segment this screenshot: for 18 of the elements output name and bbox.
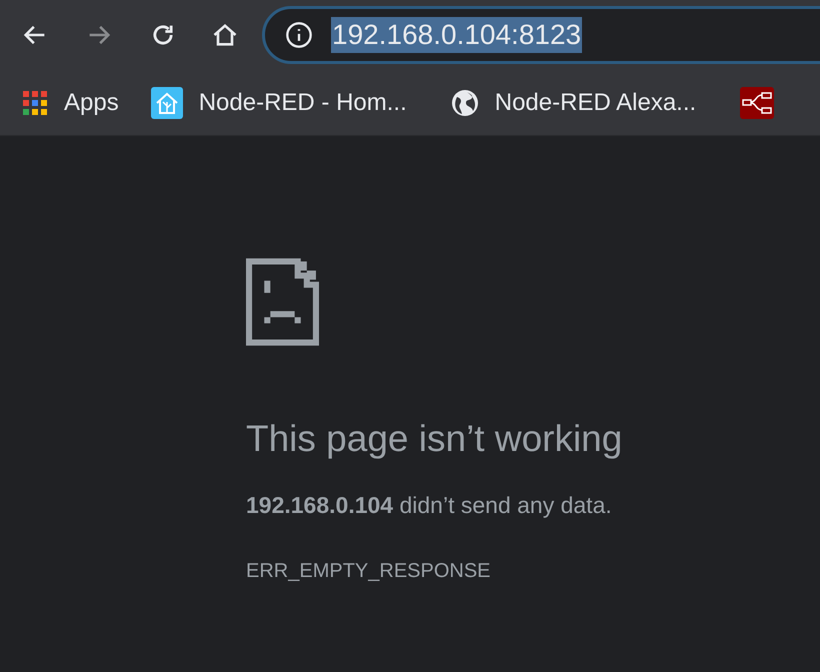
address-bar[interactable]: 192.168.0.104:8123 bbox=[262, 6, 820, 64]
info-icon bbox=[285, 21, 313, 49]
bookmark[interactable] bbox=[740, 86, 774, 118]
error-detail: 192.168.0.104 didn’t send any data. bbox=[246, 491, 612, 520]
bookmark[interactable]: Node-RED - Hom... bbox=[150, 84, 407, 120]
apps-grid-icon bbox=[22, 90, 48, 116]
globe-icon bbox=[450, 88, 479, 116]
bookmark[interactable]: Apps bbox=[22, 84, 119, 120]
bookmark-label: Apps bbox=[64, 88, 119, 118]
sad-page-icon bbox=[246, 258, 319, 346]
house-icon bbox=[150, 86, 183, 118]
error-code: ERR_EMPTY_RESPONSE bbox=[246, 559, 491, 584]
bookmark-label: Node-RED - Hom... bbox=[198, 88, 407, 118]
url-text: 192.168.0.104:8123 bbox=[331, 17, 582, 53]
bookmark-label: Node-RED Alexa... bbox=[494, 88, 696, 118]
error-title: This page isn’t working bbox=[246, 417, 622, 461]
bookmark[interactable]: Node-RED Alexa... bbox=[450, 84, 696, 120]
flow-nodes-icon bbox=[740, 86, 774, 118]
